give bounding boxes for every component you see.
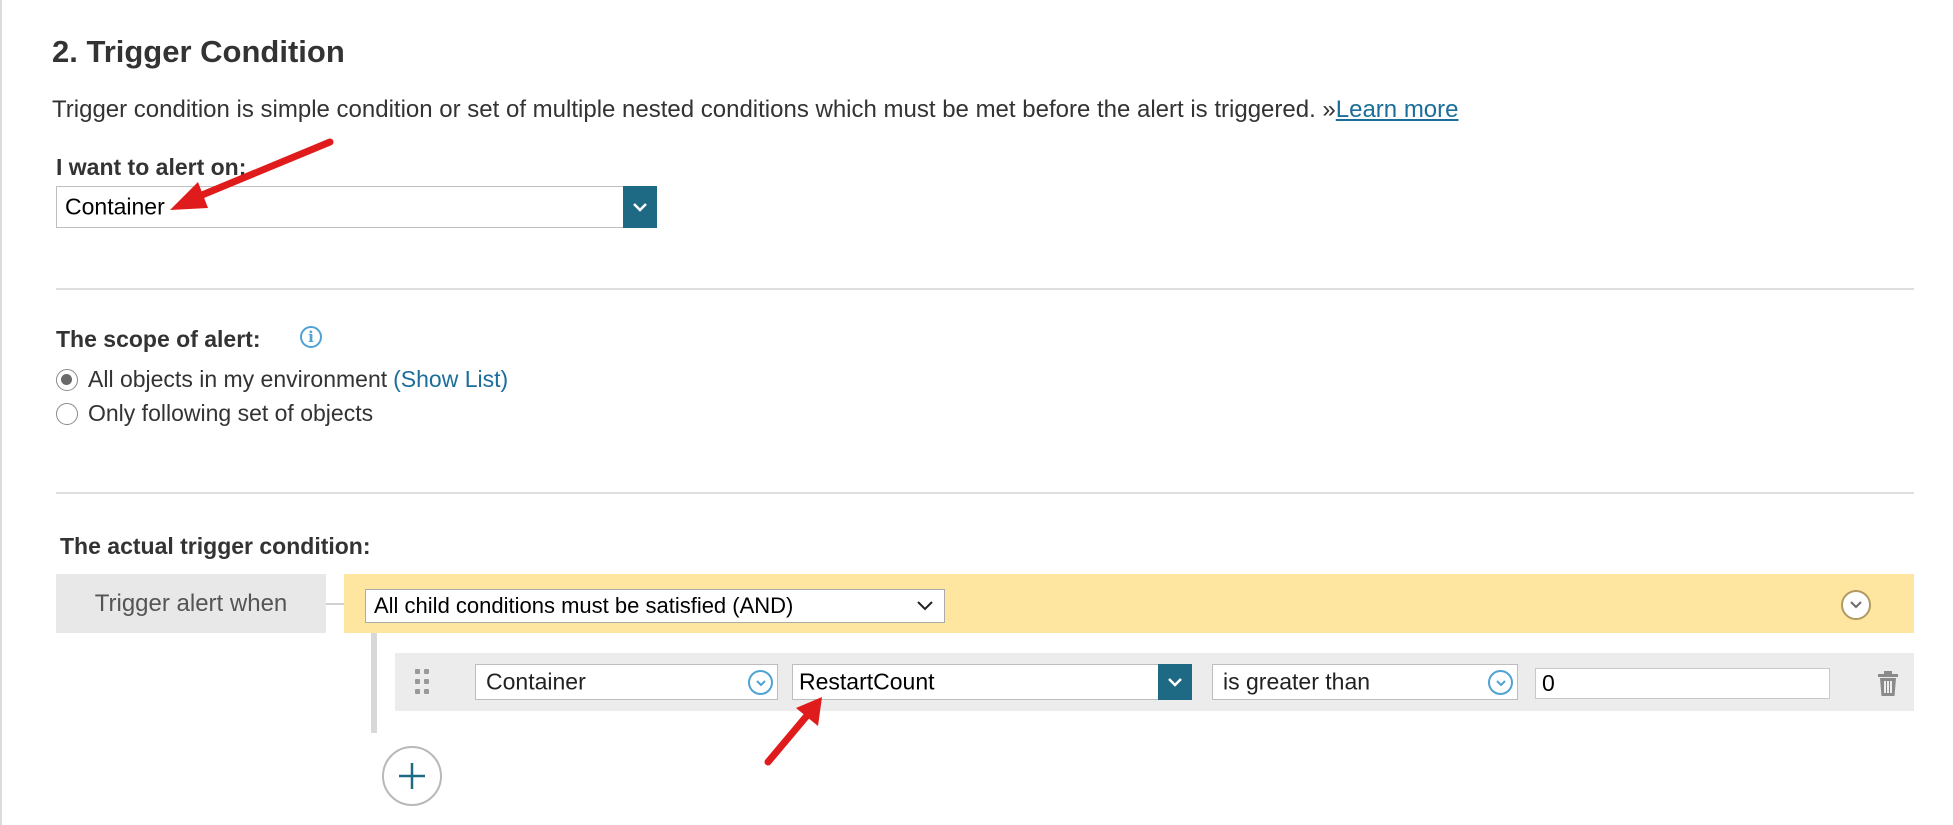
condition-operator-value: is greater than xyxy=(1223,668,1371,695)
radio-following-objects[interactable] xyxy=(56,402,78,425)
show-list-link[interactable]: (Show List) xyxy=(393,366,508,393)
group-logic-select[interactable]: All child conditions must be satisfied (… xyxy=(365,589,945,623)
circle-chevron-down-icon xyxy=(1488,670,1513,695)
connector-line xyxy=(326,603,344,605)
group-logic-value: All child conditions must be satisfied (… xyxy=(374,593,794,618)
alert-on-label: I want to alert on: xyxy=(56,154,247,180)
divider xyxy=(56,288,1914,290)
trash-icon[interactable] xyxy=(1876,671,1900,697)
trigger-heading: The actual trigger condition: xyxy=(60,533,371,559)
circle-chevron-down-icon xyxy=(1850,601,1862,609)
chevron-down-icon xyxy=(1168,678,1182,687)
group-options-button[interactable] xyxy=(1841,590,1871,620)
condition-threshold-input[interactable] xyxy=(1535,668,1830,699)
option-all-label: All objects in my environment xyxy=(88,366,388,392)
trigger-when-label: Trigger alert when xyxy=(56,574,326,633)
drag-handle-icon[interactable] xyxy=(415,669,431,695)
plus-icon xyxy=(399,763,425,789)
alert-on-dropdown-button[interactable] xyxy=(623,186,657,228)
radio-all-objects[interactable] xyxy=(56,368,78,391)
alert-on-value: Container xyxy=(65,193,165,220)
section-description: Trigger condition is simple condition or… xyxy=(52,96,1459,124)
condition-object-select[interactable]: Container xyxy=(475,664,778,700)
add-condition-button[interactable] xyxy=(382,746,442,806)
option-following-label: Only following set of objects xyxy=(88,400,374,426)
scope-label: The scope of alert: xyxy=(56,326,261,352)
condition-metric-value: RestartCount xyxy=(799,668,935,695)
condition-operator-select[interactable]: is greater than xyxy=(1212,664,1518,700)
info-icon[interactable]: i xyxy=(300,326,322,348)
scope-option-following[interactable]: Only following set of objects xyxy=(56,400,373,427)
scope-option-all[interactable]: All objects in my environment (Show List… xyxy=(56,366,508,393)
circle-chevron-down-icon xyxy=(748,670,773,695)
chevron-down-icon xyxy=(917,601,933,611)
metric-dropdown-button[interactable] xyxy=(1158,664,1192,700)
chevron-down-icon xyxy=(633,203,647,212)
condition-metric-select[interactable]: RestartCount xyxy=(792,664,1192,700)
divider xyxy=(56,492,1914,494)
condition-object-value: Container xyxy=(486,668,586,695)
left-border xyxy=(0,0,2,825)
learn-more-link[interactable]: Learn more xyxy=(1336,96,1459,123)
section-title: 2. Trigger Condition xyxy=(52,34,345,69)
alert-on-select[interactable]: Container xyxy=(56,186,657,228)
nesting-line xyxy=(371,633,377,733)
description-text: Trigger condition is simple condition or… xyxy=(52,96,1336,123)
